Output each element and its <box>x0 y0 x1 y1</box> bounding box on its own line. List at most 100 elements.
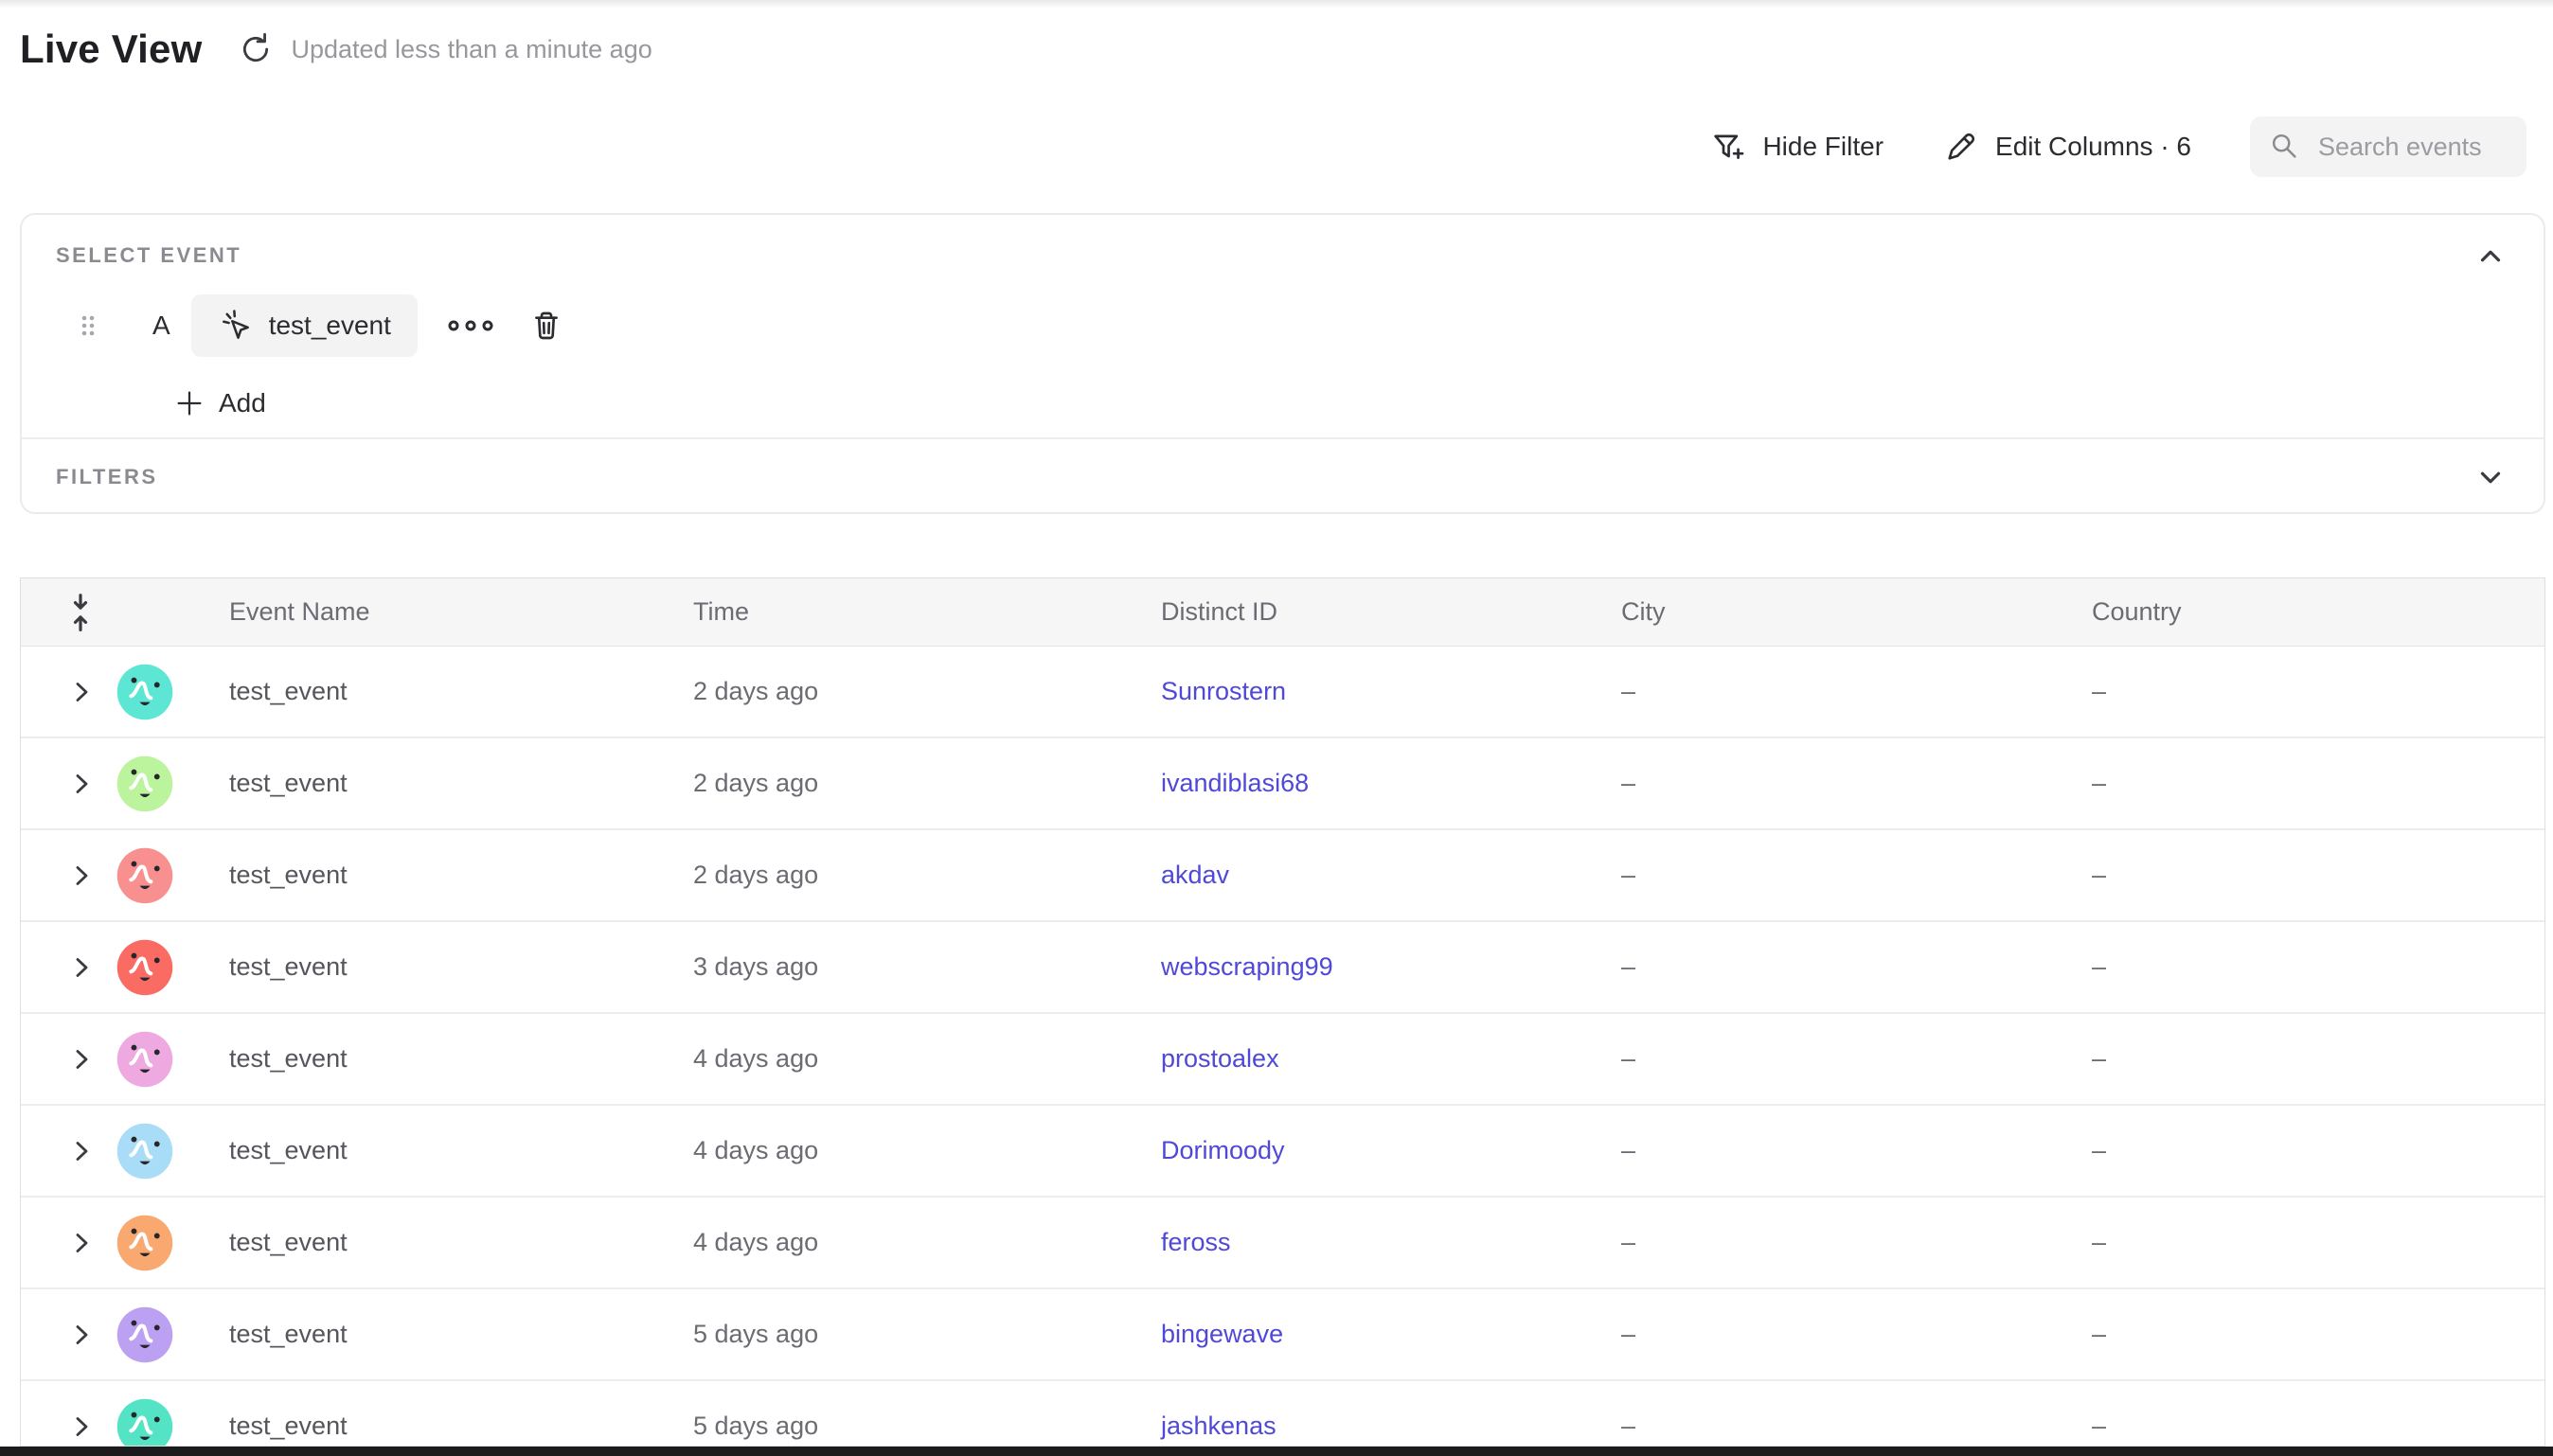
cell-distinct-id-link[interactable]: bingewave <box>1161 1320 1283 1348</box>
cell-distinct-id-link[interactable]: Dorimoody <box>1161 1136 1285 1164</box>
cell-time: 4 days ago <box>693 1228 1161 1257</box>
chevron-right-icon <box>69 1047 94 1072</box>
cell-city: – <box>1621 1136 2092 1165</box>
table-row: test_event 4 days ago prostoalex – – <box>21 1014 2544 1106</box>
table-row: test_event 4 days ago Dorimoody – – <box>21 1106 2544 1198</box>
collapse-all-icon <box>66 592 95 633</box>
collapse-all-rows-button[interactable] <box>42 592 95 633</box>
expand-row-button[interactable] <box>43 1231 94 1255</box>
cell-time: 3 days ago <box>693 952 1161 982</box>
delete-event-button[interactable] <box>527 307 565 345</box>
user-avatar <box>116 1122 174 1181</box>
expand-row-button[interactable] <box>43 680 94 704</box>
window-bottom-edge <box>0 1447 2553 1456</box>
cell-time: 2 days ago <box>693 861 1161 890</box>
expand-row-button[interactable] <box>43 1323 94 1347</box>
search-icon <box>2269 130 2301 164</box>
cell-city: – <box>1621 1320 2092 1349</box>
add-button-label: Add <box>219 388 266 418</box>
events-table: Event Name Time Distinct ID City Country… <box>20 577 2545 1447</box>
event-selector-chip[interactable]: test_event <box>191 294 418 357</box>
cell-country: – <box>2092 1412 2544 1441</box>
cell-distinct-id-link[interactable]: feross <box>1161 1228 1231 1256</box>
user-avatar <box>116 755 174 813</box>
expand-row-button[interactable] <box>43 955 94 980</box>
cell-distinct-id-link[interactable]: webscraping99 <box>1161 952 1333 981</box>
cell-time: 2 days ago <box>693 677 1161 706</box>
event-chip-label: test_event <box>269 311 391 341</box>
select-event-section: SELECT EVENT A <box>22 215 2544 437</box>
chevron-right-icon <box>69 772 94 796</box>
expand-row-button[interactable] <box>43 1414 94 1439</box>
cell-country: – <box>2092 769 2544 798</box>
table-row: test_event 5 days ago bingewave – – <box>21 1289 2544 1381</box>
funnel-plus-icon <box>1709 128 1747 166</box>
table-row: test_event 2 days ago Sunrostern – – <box>21 647 2544 738</box>
cell-time: 4 days ago <box>693 1136 1161 1165</box>
chevron-down-icon <box>2474 461 2507 493</box>
trash-icon <box>527 307 565 345</box>
cell-event-name: test_event <box>229 1044 693 1074</box>
expand-row-button[interactable] <box>43 863 94 888</box>
hide-filter-label: Hide Filter <box>1762 132 1884 162</box>
chevron-right-icon <box>69 1139 94 1163</box>
column-header-city: City <box>1621 597 2092 627</box>
cell-distinct-id-link[interactable]: akdav <box>1161 861 1229 889</box>
cell-time: 5 days ago <box>693 1412 1161 1441</box>
query-builder-card: SELECT EVENT A <box>20 213 2545 514</box>
refresh-button[interactable] <box>234 27 277 71</box>
user-avatar <box>116 1397 174 1447</box>
filters-label: FILTERS <box>56 465 158 489</box>
chevron-right-icon <box>69 1231 94 1255</box>
cell-country: – <box>2092 1136 2544 1165</box>
cell-event-name: test_event <box>229 952 693 982</box>
cell-city: – <box>1621 769 2092 798</box>
cell-event-name: test_event <box>229 861 693 890</box>
cell-city: – <box>1621 952 2092 982</box>
cell-country: – <box>2092 861 2544 890</box>
edit-columns-button[interactable]: Edit Columns · 6 <box>1942 128 2191 166</box>
cell-event-name: test_event <box>229 1412 693 1441</box>
drag-handle-icon[interactable] <box>77 311 101 341</box>
window-top-shadow <box>0 0 2553 9</box>
cell-time: 4 days ago <box>693 1044 1161 1074</box>
chevron-right-icon <box>69 1414 94 1439</box>
cell-distinct-id-link[interactable]: prostoalex <box>1161 1044 1279 1073</box>
page-header: Live View Updated less than a minute ago <box>20 27 652 72</box>
expand-filters-button[interactable] <box>2470 456 2511 498</box>
collapse-select-event-button[interactable] <box>2470 236 2511 277</box>
expand-row-button[interactable] <box>43 772 94 796</box>
search-input[interactable] <box>2318 133 2508 162</box>
hide-filter-button[interactable]: Hide Filter <box>1709 128 1884 166</box>
table-row: test_event 5 days ago jashkenas – – <box>21 1381 2544 1447</box>
add-event-button[interactable]: Add <box>173 387 266 419</box>
cell-distinct-id-link[interactable]: jashkenas <box>1161 1412 1276 1440</box>
select-event-label: SELECT EVENT <box>56 243 2509 268</box>
toolbar: Hide Filter Edit Columns · 6 <box>1709 115 2526 178</box>
cell-country: – <box>2092 952 2544 982</box>
three-dots-icon <box>444 311 497 340</box>
chevron-up-icon <box>2474 240 2507 273</box>
cell-event-name: test_event <box>229 677 693 706</box>
table-row: test_event 2 days ago akdav – – <box>21 830 2544 922</box>
cell-event-name: test_event <box>229 1136 693 1165</box>
cell-time: 2 days ago <box>693 769 1161 798</box>
table-row: test_event 2 days ago ivandiblasi68 – – <box>21 738 2544 830</box>
chevron-right-icon <box>69 955 94 980</box>
edit-columns-label: Edit Columns · 6 <box>1995 132 2191 162</box>
cell-distinct-id-link[interactable]: Sunrostern <box>1161 677 1286 705</box>
event-options-menu-button[interactable] <box>444 311 497 340</box>
plus-icon <box>173 387 205 419</box>
cell-city: – <box>1621 1412 2092 1441</box>
search-events-box[interactable] <box>2250 116 2526 177</box>
expand-row-button[interactable] <box>43 1047 94 1072</box>
column-header-time: Time <box>693 597 1161 627</box>
cell-event-name: test_event <box>229 769 693 798</box>
refresh-icon <box>236 29 276 69</box>
cell-distinct-id-link[interactable]: ivandiblasi68 <box>1161 769 1309 797</box>
chevron-right-icon <box>69 863 94 888</box>
cell-city: – <box>1621 1228 2092 1257</box>
cell-country: – <box>2092 1320 2544 1349</box>
expand-row-button[interactable] <box>43 1139 94 1163</box>
filters-section: FILTERS <box>22 439 2544 514</box>
